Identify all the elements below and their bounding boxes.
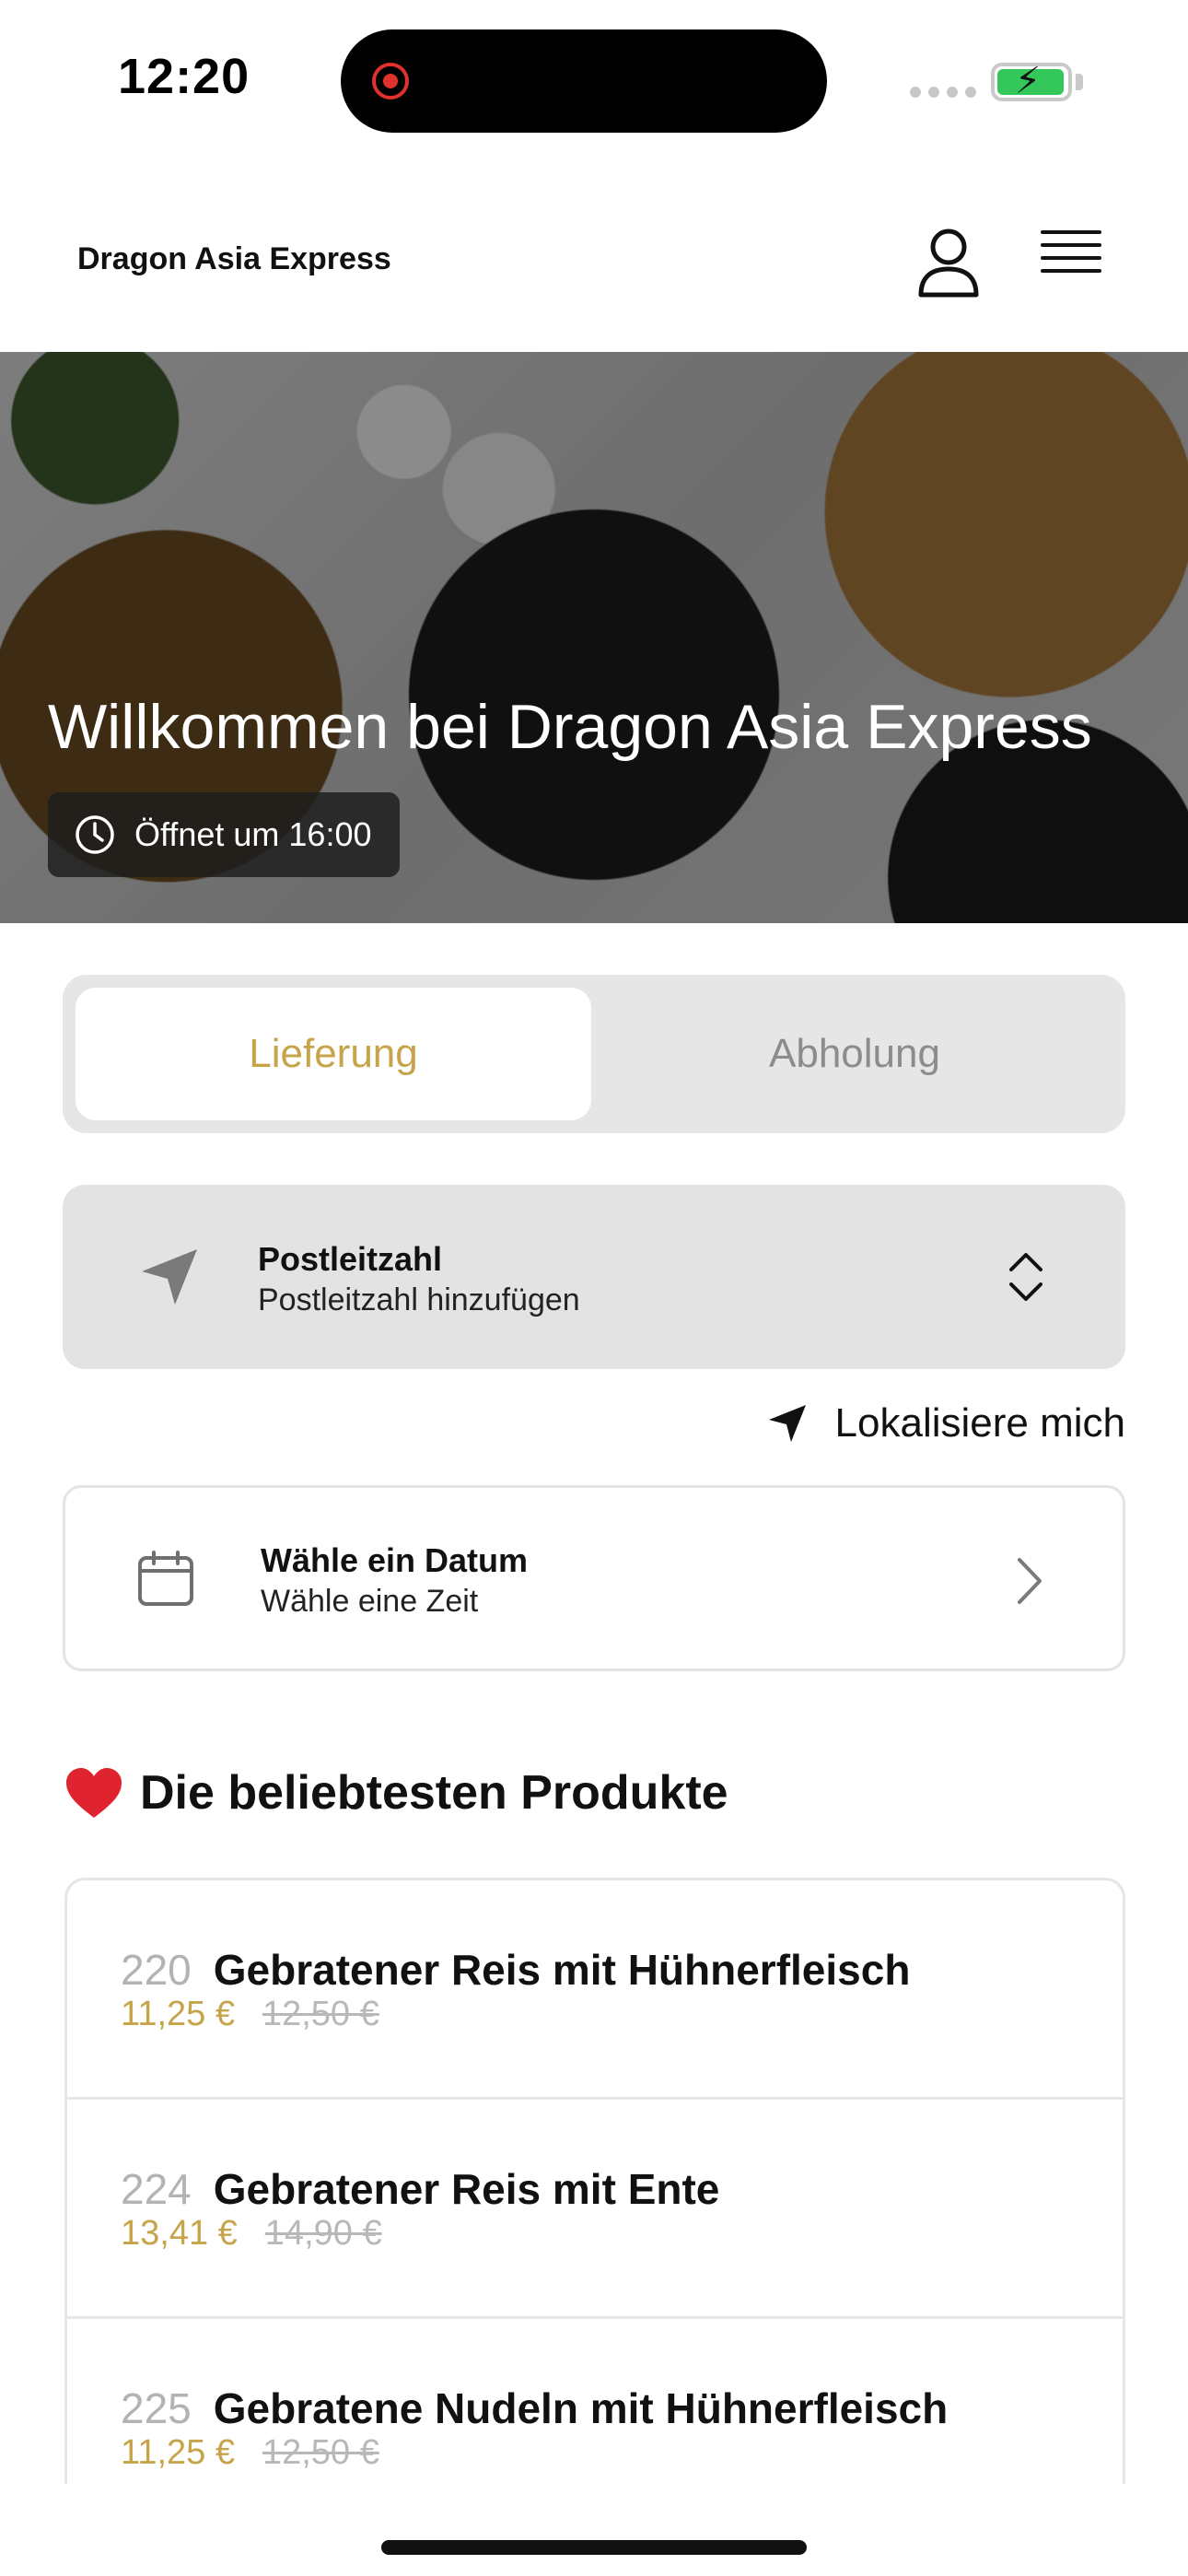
app-header: Dragon Asia Express	[0, 166, 1188, 352]
product-old-price: 14,90 €	[264, 2214, 382, 2253]
product-name: Gebratene Nudeln mit Hühnerfleisch	[213, 2384, 949, 2432]
popular-products-heading: Die beliebtesten Produkte	[64, 1765, 728, 1821]
opening-hours-text: Öffnet um 16:00	[134, 815, 372, 853]
postal-code-placeholder: Postleitzahl hinzufügen	[258, 1282, 580, 1317]
product-name: Gebratener Reis mit Hühnerfleisch	[213, 1946, 911, 1994]
product-item[interactable]: 220 Gebratener Reis mit Hühnerfleisch 11…	[67, 1880, 1123, 2100]
calendar-icon	[138, 1551, 193, 1606]
clock-icon	[76, 815, 114, 854]
brand-name[interactable]: Dragon Asia Express	[77, 241, 391, 277]
status-time: 12:20	[118, 49, 250, 104]
location-arrow-icon	[768, 1405, 806, 1442]
order-mode-toggle: Lieferung Abholung	[63, 975, 1125, 1133]
postal-code-selector[interactable]: Postleitzahl Postleitzahl hinzufügen	[63, 1185, 1125, 1369]
location-arrow-icon	[142, 1249, 197, 1305]
popular-products-list: 220 Gebratener Reis mit Hühnerfleisch 11…	[64, 1878, 1125, 2484]
product-number: 225	[121, 2384, 192, 2432]
date-time-picker[interactable]: Wähle ein Datum Wähle eine Zeit	[63, 1485, 1125, 1671]
product-old-price: 12,50 €	[262, 1995, 379, 2033]
hero-title: Willkommen bei Dragon Asia Express	[48, 692, 1092, 762]
product-item[interactable]: 224 Gebratener Reis mit Ente 13,41 € 14,…	[67, 2100, 1123, 2319]
locate-me-button[interactable]: Lokalisiere mich	[765, 1400, 1125, 1446]
recording-indicator-icon	[372, 63, 409, 100]
postal-code-title: Postleitzahl	[258, 1240, 443, 1278]
signal-icon	[910, 87, 976, 98]
locate-me-label: Lokalisiere mich	[834, 1400, 1125, 1446]
hero-banner: Willkommen bei Dragon Asia Express Öffne…	[0, 352, 1188, 923]
home-indicator[interactable]	[381, 2540, 807, 2555]
heart-icon	[66, 1768, 122, 1818]
profile-button[interactable]	[915, 225, 982, 299]
menu-button[interactable]	[1041, 230, 1101, 286]
product-price: 11,25 €	[121, 1995, 235, 2033]
product-number: 224	[121, 2165, 192, 2213]
opening-hours-badge: Öffnet um 16:00	[48, 792, 400, 877]
product-old-price: 12,50 €	[262, 2433, 379, 2472]
product-price: 13,41 €	[121, 2214, 238, 2253]
user-icon	[918, 228, 979, 298]
product-price: 11,25 €	[121, 2433, 235, 2472]
tab-pickup[interactable]: Abholung	[597, 988, 1112, 1120]
popular-products-title: Die beliebtesten Produkte	[140, 1766, 728, 1820]
chevron-right-icon	[1018, 1558, 1042, 1604]
chevron-up-down-icon	[1009, 1253, 1042, 1301]
tab-delivery[interactable]: Lieferung	[76, 988, 591, 1120]
product-number: 220	[121, 1946, 192, 1994]
time-picker-subtitle: Wähle eine Zeit	[261, 1584, 479, 1619]
dynamic-island	[341, 29, 827, 133]
status-bar: 12:20 ⚡	[0, 0, 1188, 166]
charging-bolt-icon: ⚡	[1015, 61, 1042, 101]
product-item[interactable]: 225 Gebratene Nudeln mit Hühnerfleisch 1…	[67, 2319, 1123, 2484]
date-picker-title: Wähle ein Datum	[261, 1541, 529, 1579]
product-name: Gebratener Reis mit Ente	[213, 2165, 720, 2213]
battery-icon: ⚡	[991, 61, 1072, 101]
